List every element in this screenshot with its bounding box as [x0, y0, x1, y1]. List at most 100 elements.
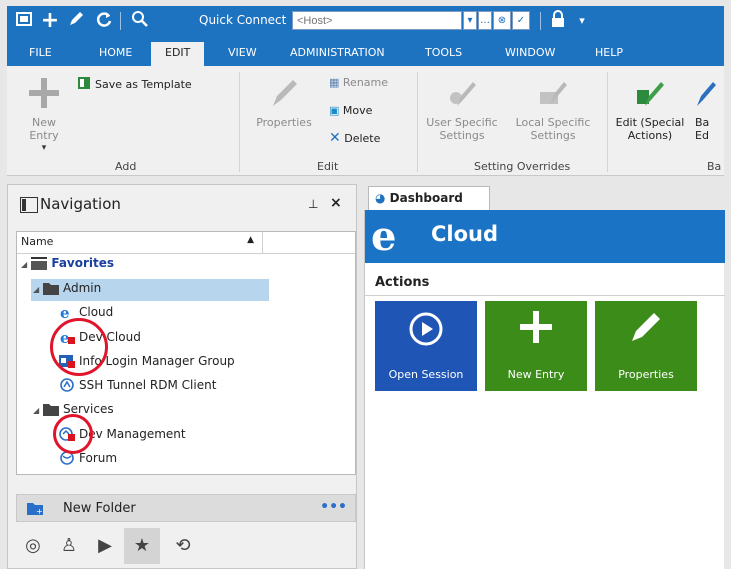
properties-tile[interactable]: Properties	[595, 301, 697, 391]
dashboard-icon: ◕	[375, 191, 386, 205]
new-entry-button[interactable]: New Entry ▾	[17, 76, 71, 155]
entry-title: Cloud	[431, 222, 499, 246]
recent-icon[interactable]: ⟲	[170, 533, 196, 559]
user-lock-icon[interactable]: ♙	[56, 533, 82, 559]
menu-file[interactable]: FILE	[29, 46, 52, 59]
menu-tools[interactable]: TOOLS	[425, 46, 462, 59]
navigation-view-switcher: ◎ ♙ ▶ ★ ⟲	[8, 523, 356, 569]
svg-text:e: e	[60, 305, 70, 319]
svg-text:e: e	[371, 216, 396, 256]
navigation-title: Navigation	[40, 195, 121, 213]
group-label-edit: Edit	[317, 160, 339, 173]
highlight-circle	[50, 318, 108, 376]
window-icon[interactable]	[13, 10, 35, 32]
play-icon[interactable]: ▶	[92, 533, 118, 559]
edit-pencil-icon[interactable]	[65, 10, 87, 32]
menu-window[interactable]: WINDOW	[505, 46, 555, 59]
menu-edit[interactable]: EDIT	[151, 42, 205, 67]
plus-icon	[520, 311, 552, 343]
computer-pencil-icon	[540, 82, 567, 104]
navigation-pane: Navigation ⊥ × Name ▲ ◢ Favorites ◢ Admi…	[7, 184, 357, 569]
new-folder-button[interactable]: + New Folder •••	[16, 494, 356, 522]
tree-node-ssh-tunnel[interactable]: SSH Tunnel RDM Client	[59, 378, 216, 392]
properties-button[interactable]: Properties	[251, 76, 317, 129]
navigation-header: Navigation ⊥ ×	[8, 185, 356, 223]
entry-banner: e Cloud	[365, 210, 725, 263]
ribbon: New Entry ▾ Save as Template Add Propert…	[7, 66, 724, 176]
menu-help[interactable]: HELP	[595, 46, 623, 59]
save-as-template-button[interactable]: Save as Template	[77, 76, 192, 91]
tree-node-admin-content: ◢ Admin	[33, 281, 101, 295]
folder-icon	[42, 283, 59, 295]
close-icon[interactable]: ×	[330, 195, 342, 211]
properties-label: Properties	[256, 116, 312, 129]
document-tab-strip: ◕ Dashboard	[364, 184, 724, 210]
search-icon[interactable]	[129, 10, 151, 32]
chevron-down-icon: ▾	[41, 143, 47, 153]
ie-icon: e	[60, 305, 70, 319]
user-specific-settings-button[interactable]: User Specific Settings	[425, 76, 499, 142]
name-column-header[interactable]: Name ▲	[17, 232, 263, 253]
history-icon[interactable]: ◎	[20, 533, 46, 559]
special-actions-pencil-icon	[637, 82, 664, 106]
expand-triangle-icon: ◢	[33, 285, 40, 294]
open-session-tile[interactable]: Open Session	[375, 301, 477, 391]
properties-tile-label: Properties	[618, 368, 674, 381]
sort-up-icon: ▲	[247, 235, 254, 245]
refresh-icon[interactable]	[93, 10, 115, 32]
more-options-icon[interactable]: •••	[320, 499, 347, 515]
actions-label: Actions	[375, 275, 430, 290]
delete-label: Delete	[344, 132, 381, 145]
move-icon: ▣	[329, 104, 340, 117]
tree-label: SSH Tunnel RDM Client	[79, 378, 217, 392]
expand-triangle-icon: ◢	[33, 406, 40, 415]
connect-type-icon[interactable]: ⊗	[493, 11, 511, 30]
save-as-template-label: Save as Template	[95, 78, 192, 91]
chevron-down-icon[interactable]: ▾	[463, 11, 477, 30]
pin-icon[interactable]: ⊥	[308, 197, 318, 211]
tab-dashboard[interactable]: ◕ Dashboard	[368, 186, 490, 210]
dashboard-content: e Cloud Actions Open Session New Entry P…	[364, 210, 725, 569]
customize-dropdown-icon[interactable]: ▾	[571, 10, 593, 32]
plus-icon	[29, 78, 59, 108]
tree-node-cloud[interactable]: e Cloud	[59, 305, 113, 319]
navigation-tree[interactable]: Name ▲ ◢ Favorites ◢ Admin e Cloud e Dev C…	[16, 231, 356, 475]
more-icon[interactable]: …	[478, 11, 492, 30]
actions-header: Actions	[365, 270, 725, 296]
folder-stack-icon	[31, 257, 48, 270]
rename-button[interactable]: ▦ Rename	[329, 76, 388, 89]
move-label: Move	[342, 104, 373, 117]
play-circle-icon	[409, 312, 443, 346]
host-input[interactable]	[292, 11, 462, 30]
expand-triangle-icon: ◢	[21, 260, 28, 269]
favorites-star-icon[interactable]: ★	[124, 528, 160, 564]
tree-label: Favorites	[51, 256, 115, 270]
quick-connect-go-icon[interactable]: ✓	[512, 11, 530, 30]
group-label-add: Add	[115, 160, 137, 173]
menu-administration[interactable]: ADMINISTRATION	[290, 46, 385, 59]
ssh-tunnel-icon	[60, 378, 74, 392]
rename-icon: ▦	[329, 76, 340, 89]
lock-icon[interactable]	[547, 10, 569, 32]
user-specific-settings-label: User Specific Settings	[426, 116, 498, 142]
menu-home[interactable]: HOME	[99, 46, 132, 59]
svg-text:+: +	[36, 507, 43, 516]
move-button[interactable]: ▣ Move	[329, 104, 372, 117]
name-column-label: Name	[21, 235, 54, 248]
new-entry-tile-label: New Entry	[507, 368, 565, 381]
local-specific-settings-button[interactable]: Local Specific Settings	[513, 76, 593, 142]
batch-edit-icon	[697, 82, 716, 106]
add-icon[interactable]: +	[39, 10, 61, 32]
user-pencil-icon	[450, 82, 476, 106]
tree-node-favorites[interactable]: ◢ Favorites	[21, 256, 114, 270]
tree-label: Forum	[79, 451, 118, 465]
group-label-setting-overrides: Setting Overrides	[474, 160, 571, 173]
menu-view[interactable]: VIEW	[228, 46, 257, 59]
edit-special-actions-button[interactable]: Edit (Special Actions)	[615, 76, 685, 142]
new-entry-tile[interactable]: New Entry	[485, 301, 587, 391]
new-entry-label: New Entry	[29, 116, 59, 142]
delete-button[interactable]: ✕ Delete	[329, 130, 380, 146]
batch-edit-button[interactable]: Ba Ed	[695, 76, 724, 142]
tree-label: Cloud	[79, 305, 114, 319]
ie-icon: e	[371, 216, 396, 256]
